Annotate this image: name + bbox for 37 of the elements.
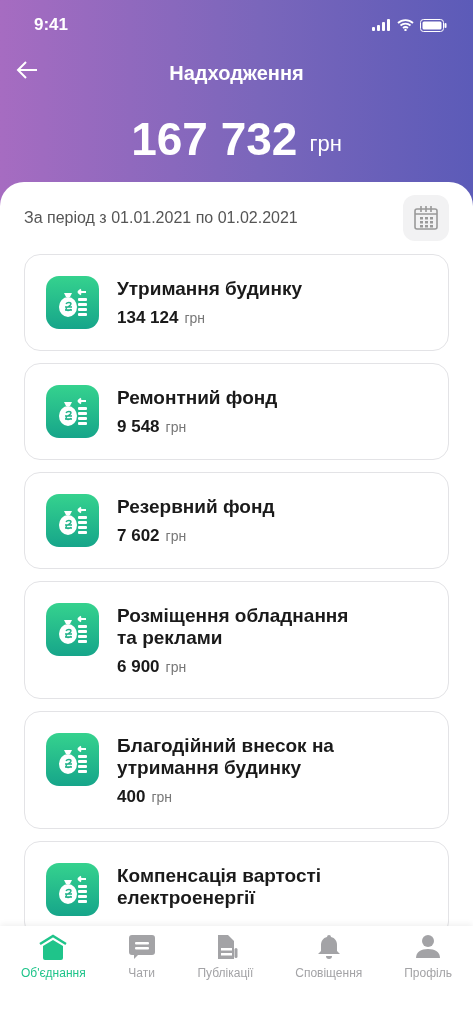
income-title: Розміщення обладнання та реклами	[117, 605, 350, 649]
income-currency: грн	[165, 528, 187, 544]
income-currency: грн	[165, 659, 187, 675]
income-card[interactable]: Утримання будинку 134 124 грн	[24, 254, 449, 351]
bell-icon	[316, 934, 341, 960]
total-amount: 167 732	[131, 112, 298, 166]
income-currency: грн	[184, 310, 206, 326]
income-card[interactable]: Розміщення обладнання та реклами 6 900 грн	[24, 581, 449, 699]
income-amount: 134 124	[117, 308, 179, 328]
income-amount: 400	[117, 787, 146, 807]
signal-icon	[372, 19, 391, 31]
status-time: 9:41	[34, 15, 69, 35]
calendar-button[interactable]	[403, 195, 449, 241]
income-card[interactable]: Ремонтний фонд 9 548 грн	[24, 363, 449, 460]
income-currency: грн	[151, 789, 172, 805]
wifi-icon	[397, 19, 414, 31]
income-title: Резервний фонд	[117, 496, 275, 518]
income-title: Компенсація вартості електроенергії	[117, 865, 323, 909]
income-card[interactable]: Благодійний внесок на утримання будинку 400 грн	[24, 711, 449, 829]
battery-icon	[420, 18, 447, 32]
income-title: Утримання будинку	[117, 278, 302, 300]
income-title: Ремонтний фонд	[117, 387, 278, 409]
period-text: За період з 01.01.2021 по 01.02.2021	[24, 209, 298, 227]
income-currency: грн	[165, 419, 187, 435]
income-card[interactable]: Резервний фонд 7 602 грн	[24, 472, 449, 569]
back-arrow-icon	[16, 60, 38, 80]
total-currency: грн	[309, 131, 342, 157]
income-amount: 9 548	[117, 417, 160, 437]
income-amount: 6 900	[117, 657, 160, 677]
income-title: Благодійний внесок на утримання будинку	[117, 735, 335, 779]
home-icon	[38, 934, 69, 960]
screen-title: Надходження	[169, 61, 304, 85]
chat-icon	[127, 934, 156, 960]
calendar-icon	[413, 205, 439, 231]
income-amount: 7 602	[117, 526, 160, 546]
profile-icon	[415, 934, 442, 960]
income-card[interactable]: Компенсація вартості електроенергії	[24, 841, 449, 926]
